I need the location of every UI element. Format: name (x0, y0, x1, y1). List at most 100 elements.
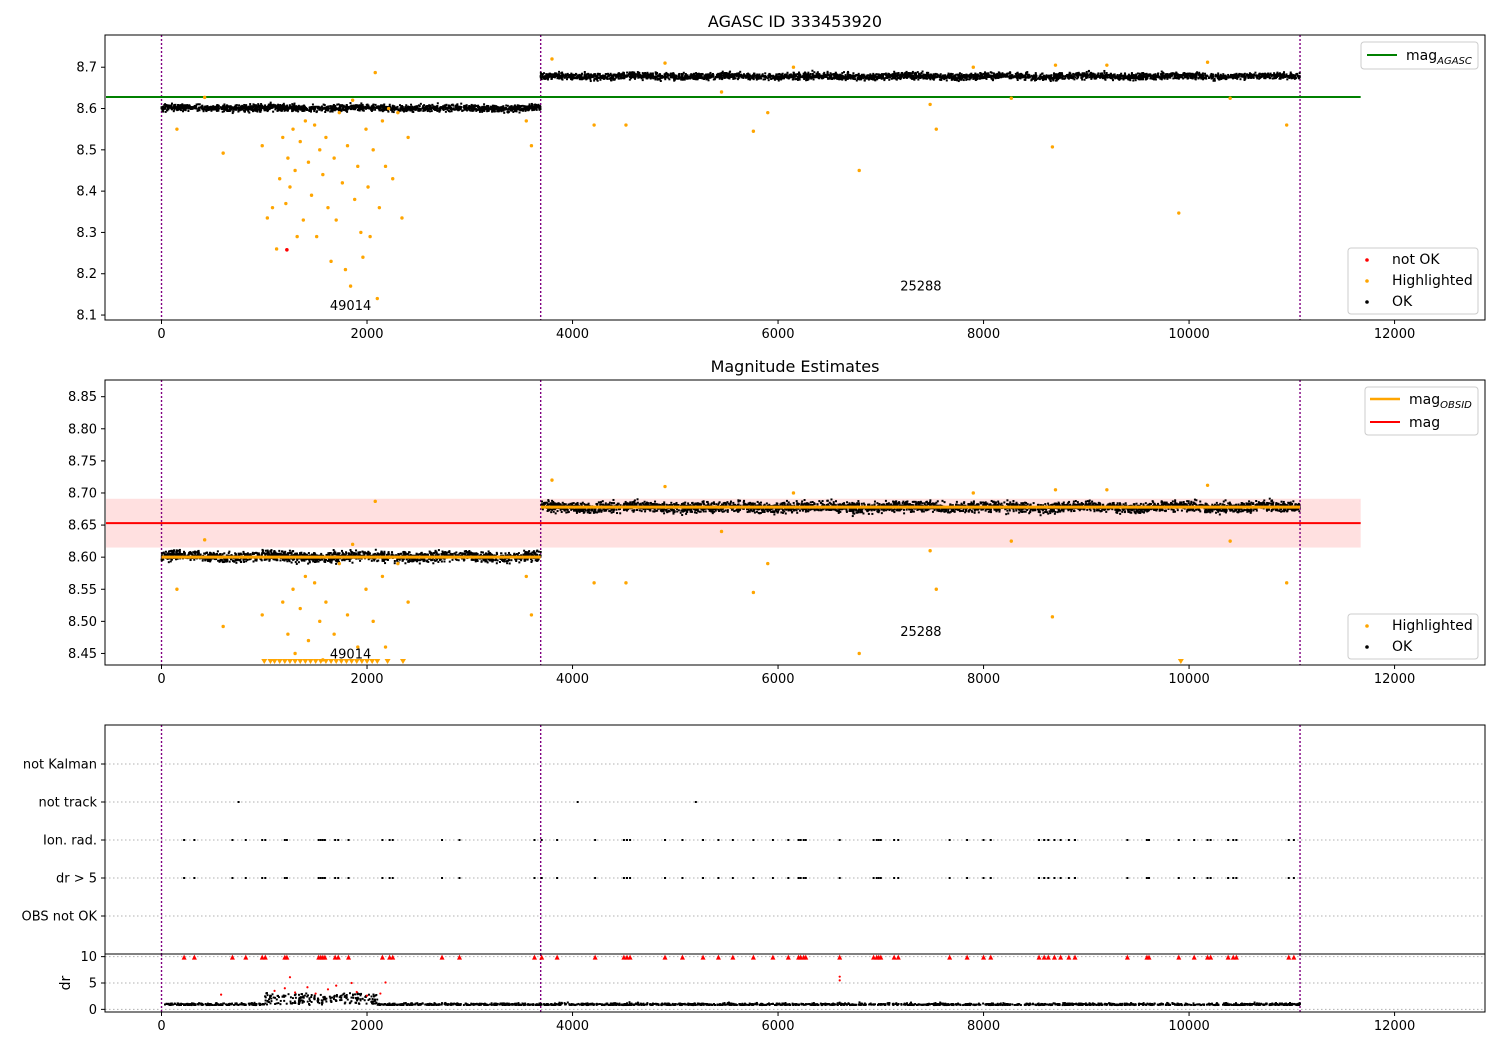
ok-point (345, 105, 348, 108)
ok-point (1227, 76, 1230, 79)
ok-point (264, 106, 267, 109)
ok-point (454, 105, 457, 108)
ok-point (466, 109, 469, 112)
ok-point (802, 74, 805, 77)
ok-point (208, 108, 211, 111)
ok-point (1074, 76, 1077, 79)
ok-point (196, 109, 199, 112)
ok-point (388, 103, 391, 106)
ok-point (535, 106, 538, 109)
ok-point (486, 110, 489, 113)
ok-point (1154, 73, 1157, 76)
ok-point (248, 111, 251, 114)
ok-point (444, 107, 447, 110)
ok-point (623, 76, 626, 79)
ok-point (974, 73, 977, 76)
ok-point (983, 76, 986, 79)
ok-point (871, 77, 874, 80)
ok-point (804, 72, 807, 75)
ok-point (631, 71, 634, 74)
ok-point (753, 72, 756, 75)
ok-point (1008, 76, 1011, 79)
ok-point (351, 107, 354, 110)
ok-point (474, 104, 477, 107)
ok-point (470, 103, 473, 106)
ok-point (324, 111, 327, 114)
ok-point (1056, 75, 1059, 78)
ok-point (173, 107, 176, 110)
ok-point (325, 108, 328, 111)
ok-point (507, 110, 510, 113)
ok-point (889, 74, 892, 77)
ok-point (478, 110, 481, 113)
ok-point (539, 75, 542, 78)
ok-point (579, 75, 582, 78)
ok-point (294, 105, 297, 108)
ok-point (717, 74, 720, 77)
ok-point (1170, 74, 1173, 77)
ok-point (956, 77, 959, 80)
ok-point (296, 106, 299, 109)
ok-point (665, 71, 668, 74)
ok-point (727, 75, 730, 78)
ok-point (511, 107, 514, 110)
ok-point (1109, 73, 1112, 76)
ok-point (854, 78, 857, 81)
ok-point (811, 76, 814, 79)
ok-point (1276, 72, 1279, 75)
ok-point (374, 103, 377, 106)
ok-point (897, 71, 900, 74)
ok-point (629, 74, 632, 77)
ok-point (473, 108, 476, 111)
ok-point (234, 104, 237, 107)
ok-point (533, 103, 536, 106)
ok-point (597, 76, 600, 79)
ok-point (583, 71, 586, 74)
ok-point (1283, 73, 1286, 76)
ok-point (1112, 75, 1115, 78)
ok-point (213, 108, 216, 111)
ok-point (709, 76, 712, 79)
ok-point (424, 109, 427, 112)
ok-point (1132, 75, 1135, 78)
ok-point (1085, 70, 1088, 73)
ok-point (1216, 75, 1219, 78)
ok-point (452, 104, 455, 107)
ok-point (1083, 78, 1086, 81)
ok-point (1044, 78, 1047, 81)
ok-point (553, 76, 556, 79)
ok-point (413, 105, 416, 108)
ok-point (204, 105, 207, 108)
ok-point (343, 105, 346, 108)
ok-point (934, 72, 937, 75)
ok-point (370, 109, 373, 112)
ok-point (875, 77, 878, 80)
ok-point (250, 105, 253, 108)
ok-point (368, 106, 371, 109)
ok-point (1263, 77, 1266, 80)
ok-point (301, 109, 304, 112)
ok-point (226, 107, 229, 110)
ok-point (1271, 77, 1274, 80)
ok-point (883, 79, 886, 82)
ok-point (1239, 73, 1242, 76)
ok-point (897, 77, 900, 80)
figure: AGASC ID 333453920 4901425288 0 2000 4000 6… (0, 0, 1500, 1050)
ok-point (1233, 74, 1236, 77)
ok-point (950, 74, 953, 77)
ok-point (160, 107, 163, 110)
ok-point (609, 76, 612, 79)
ok-point (988, 76, 991, 79)
ok-point (1247, 74, 1250, 77)
ok-point (700, 76, 703, 79)
ok-point (675, 74, 678, 77)
ok-point (497, 108, 500, 111)
ok-point (1182, 72, 1185, 75)
ok-point (1153, 78, 1156, 81)
ok-point (162, 110, 165, 113)
ok-point (711, 73, 714, 76)
ok-point (521, 107, 524, 110)
ok-point (700, 73, 703, 76)
ok-point (260, 103, 263, 106)
ok-point (1004, 73, 1007, 76)
